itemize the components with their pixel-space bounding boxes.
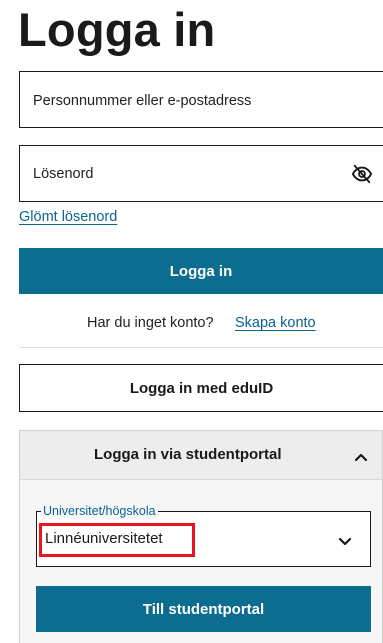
create-account-link[interactable]: Skapa konto: [235, 315, 316, 331]
chevron-down-icon: [338, 534, 352, 546]
divider: [19, 347, 383, 348]
eye-slash-icon[interactable]: [351, 163, 373, 185]
university-select-legend: Universitet/högskola: [41, 503, 158, 519]
signup-prompt: Har du inget konto?: [87, 315, 214, 331]
student-portal-button[interactable]: Till studentportal: [36, 586, 371, 632]
chevron-up-icon: [354, 449, 368, 462]
username-field[interactable]: Personnummer eller e-postadress: [19, 71, 383, 128]
login-button[interactable]: Logga in: [19, 248, 383, 294]
username-placeholder: Personnummer eller e-postadress: [33, 93, 252, 109]
password-field[interactable]: Lösenord: [19, 145, 383, 202]
forgot-password-link[interactable]: Glömt lösenord: [19, 209, 117, 225]
password-placeholder: Lösenord: [33, 166, 94, 182]
student-portal-panel: Logga in via studentportal Universitet/h…: [19, 430, 383, 643]
eduid-login-button[interactable]: Logga in med eduID: [19, 364, 383, 412]
student-portal-toggle[interactable]: Logga in via studentportal: [20, 431, 382, 480]
selection-highlight-box: [39, 523, 195, 557]
student-portal-header-label: Logga in via studentportal: [94, 446, 282, 463]
university-select[interactable]: Universitet/högskola Linnéuniversitetet: [36, 503, 371, 567]
page-title: Logga in: [18, 3, 216, 56]
